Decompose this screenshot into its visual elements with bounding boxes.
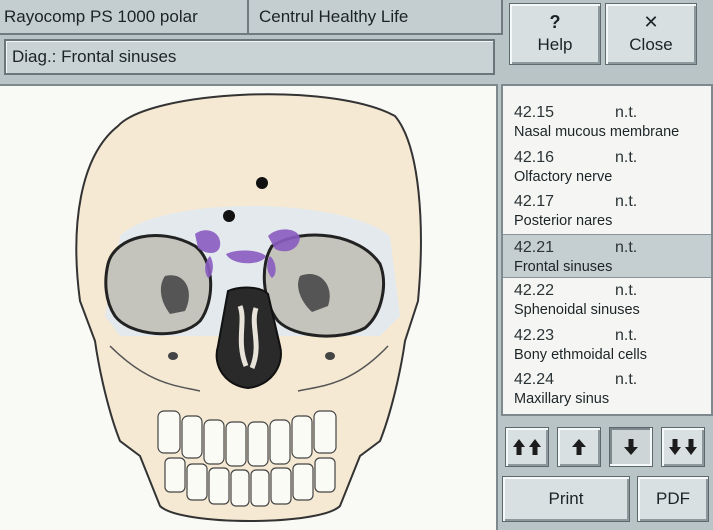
list-item-code-row: 42.17 n.t. — [514, 189, 711, 211]
scroll-top-button[interactable] — [505, 427, 549, 467]
list-item-code-row: 42.23 n.t. — [514, 323, 711, 345]
double-arrow-down-icon — [669, 439, 697, 455]
list-item-status: n.t. — [615, 238, 638, 256]
list-item[interactable]: 42.22 n.t. Sphenoidal sinuses — [503, 278, 711, 322]
skull-illustration — [75, 93, 422, 522]
list-item-name: Frontal sinuses — [514, 258, 613, 275]
list-item[interactable]: 42.23 n.t. Bony ethmoidal cells — [503, 323, 711, 367]
scroll-up-button[interactable] — [557, 427, 601, 467]
organ-list[interactable]: 42.15 n.t. Nasal mucous membrane 42.16 n.t. O… — [501, 84, 713, 416]
list-item-name: Maxillary sinus — [514, 391, 610, 407]
anatomy-image — [0, 84, 498, 530]
diagnosis-field: Diag.: Frontal sinuses — [4, 39, 495, 75]
scroll-bottom-button[interactable] — [661, 427, 705, 467]
diagnosis-label: Diag.: Frontal sinuses — [12, 47, 177, 66]
list-item-code: 42.23 — [514, 326, 555, 344]
list-item-code: 42.17 — [514, 193, 555, 210]
list-item-status: n.t. — [615, 282, 638, 299]
list-item[interactable]: 42.24 n.t. Maxillary sinus — [503, 367, 711, 411]
help-label: Help — [537, 35, 573, 54]
app-title: Rayocomp PS 1000 polar — [0, 0, 249, 35]
list-item[interactable]: 42.16 n.t. Olfactory nerve — [503, 145, 711, 189]
list-item-name: Bony ethmoidal cells — [514, 346, 647, 363]
list-item-code-row: 42.22 n.t. — [514, 278, 711, 300]
list-item-code: 42.22 — [514, 282, 555, 299]
list-item[interactable]: 42.21 n.t. Frontal sinuses — [503, 233, 711, 278]
close-button[interactable]: ✕ Close — [605, 3, 697, 65]
question-icon: ? — [549, 12, 561, 32]
close-label: Close — [629, 35, 673, 54]
list-item-code-row: 42.21 n.t. — [514, 235, 711, 257]
list-item-name: Nasal mucous membrane — [514, 124, 680, 140]
list-item-code-row: 42.15 n.t. — [514, 100, 711, 122]
list-item-status: n.t. — [615, 371, 638, 388]
list-item-code: 42.21 — [514, 238, 555, 256]
list-item-status: n.t. — [615, 104, 638, 121]
list-item-name: Sphenoidal sinuses — [514, 302, 640, 318]
list-item-status: n.t. — [615, 193, 638, 210]
list-item-code: 42.24 — [514, 371, 555, 388]
help-button[interactable]: ? Help — [509, 3, 601, 65]
pdf-button[interactable]: PDF — [637, 476, 709, 522]
list-item-name: Olfactory nerve — [514, 168, 613, 185]
list-item-status: n.t. — [615, 326, 638, 344]
list-item-code: 42.15 — [514, 104, 555, 121]
close-icon: ✕ — [643, 12, 659, 32]
print-button[interactable]: Print — [502, 476, 630, 522]
patient-name: Centrul Healthy Life — [249, 0, 503, 35]
arrow-up-icon — [572, 439, 586, 455]
list-item[interactable]: 42.17 n.t. Posterior nares — [503, 189, 711, 233]
list-item-code-row: 42.16 n.t. — [514, 145, 711, 167]
list-item-code: 42.16 — [514, 148, 555, 166]
arrow-down-icon — [624, 439, 638, 455]
list-item[interactable]: 42.15 n.t. Nasal mucous membrane — [503, 100, 711, 144]
double-arrow-up-icon — [513, 439, 541, 455]
list-item-name: Posterior nares — [514, 213, 613, 229]
list-item-status: n.t. — [615, 148, 638, 166]
list-item-code-row: 42.24 n.t. — [514, 367, 711, 389]
scroll-down-button[interactable] — [609, 427, 653, 467]
